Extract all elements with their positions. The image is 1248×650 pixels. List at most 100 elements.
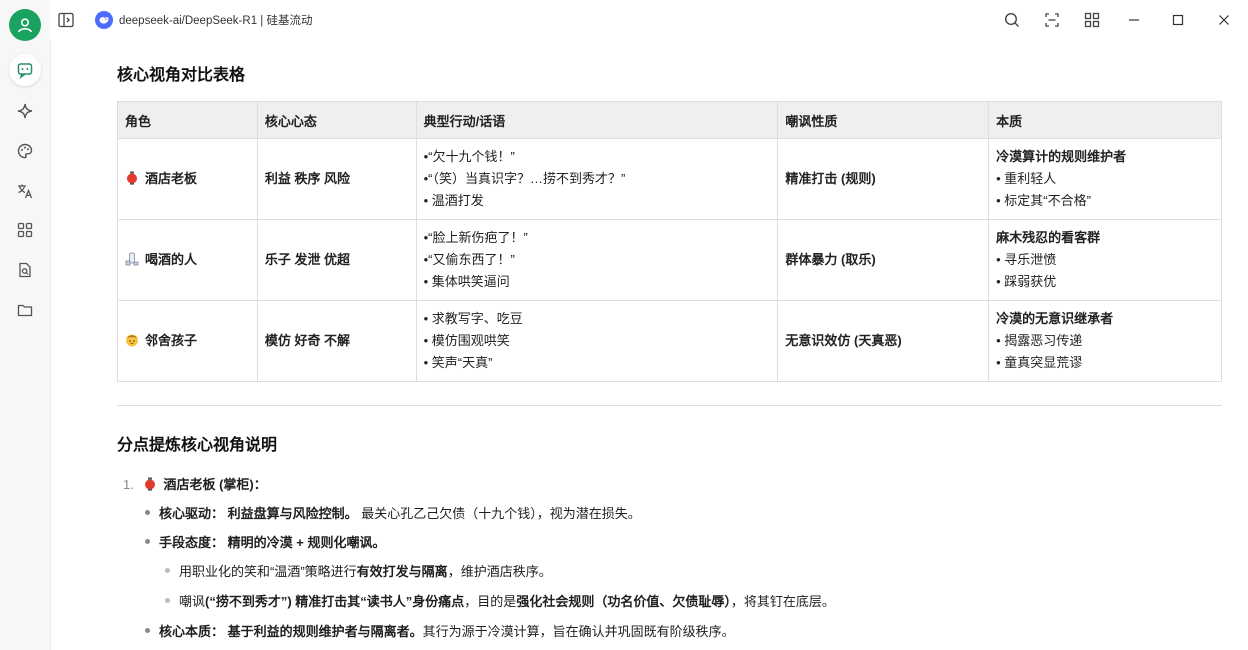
mindset-cell: 乐子 发泄 优超 (256, 219, 417, 301)
text-run: ，将其钉在底层。 (730, 594, 835, 609)
actions-cell: •“欠十九个钱！” •“（笑）当真识字？…捞不到秀才？” • 温酒打发 (415, 138, 779, 220)
section-title-table: 核心视角对比表格 (117, 67, 246, 84)
window-title: deepseek-ai/DeepSeek-R1 | 硅基流动 (119, 15, 313, 27)
bullet (145, 510, 150, 515)
rail-document-button[interactable] (9, 254, 41, 286)
rail-apps-button[interactable] (9, 214, 41, 246)
role-cell: 喝酒的人 (117, 219, 258, 301)
essence-line: • 寻乐泄愤 (996, 252, 1057, 267)
text-run: 嘲讽 (179, 594, 206, 609)
role-name: 邻舍孩子 (145, 333, 198, 348)
bullet (165, 568, 170, 573)
screenshot-button[interactable] (1042, 10, 1062, 30)
rail-palette-button[interactable] (9, 135, 41, 167)
action-line: •“（笑）当真识字？…捞不到秀才？” (423, 171, 626, 186)
list-subitem: 核心驱动： 利益盘算与风险控制。 最关心孔乙己欠债（十九个钱），视为潜在损失。 (145, 503, 641, 522)
message-content: 核心视角对比表格 角色 核心心态 典型行动/话语 嘲讽性质 本质 酒店老板 利益… (117, 40, 1222, 650)
action-line: •“脸上新伤疤了！” (423, 230, 528, 245)
chat-icon (17, 63, 33, 79)
scan-icon (1045, 13, 1059, 27)
essence-line: • 踩弱获优 (996, 274, 1057, 289)
maximize-icon (1172, 14, 1184, 26)
table-header-row: 角色 核心心态 典型行动/话语 嘲讽性质 本质 (117, 101, 1222, 139)
sake-icon (125, 252, 139, 266)
table-header-cell: 角色 (117, 101, 258, 139)
palette-icon (17, 143, 33, 159)
section-divider (117, 405, 1222, 406)
action-line: • 集体哄笑逼问 (423, 274, 510, 289)
action-line: • 模仿围观哄笑 (423, 333, 510, 348)
mockery-cell: 群体暴力 (取乐) (777, 219, 990, 301)
list-subsubitem: 嘲讽(“捞不到秀才”) 精准打击其“读书人”身份痛点，目的是强化社会规则（功名价… (165, 591, 835, 610)
title-bar: deepseek-ai/DeepSeek-R1 | 硅基流动 (50, 0, 1248, 40)
child-icon (126, 334, 138, 347)
attitude-label: 手段态度： (159, 535, 225, 550)
table-header-cell: 典型行动/话语 (415, 101, 779, 139)
table-row: 邻舍孩子 模仿 好奇 不解 • 求教写字、吃豆 • 模仿围观哄笑 • 笑声“天真… (117, 300, 1222, 382)
toggle-sidebar-button[interactable] (56, 10, 76, 30)
role-name: 酒店老板 (145, 171, 198, 186)
lantern-icon (145, 477, 156, 491)
drive-label: 核心驱动： (159, 506, 225, 521)
bullet (145, 628, 150, 633)
table-header-cell: 嘲讽性质 (777, 101, 990, 139)
essence-line: • 童真突显荒谬 (996, 355, 1083, 370)
role-cell: 邻舍孩子 (117, 300, 258, 382)
list-number: 1. (123, 477, 134, 492)
rail-translate-button[interactable] (9, 175, 41, 207)
essence-bold: 基于利益的规则维护者与隔离者。 (227, 624, 423, 639)
essence-cell: 冷漠算计的规则维护者 • 重利轻人 • 标定其“不合格” (988, 138, 1222, 220)
rail-folder-button[interactable] (9, 294, 41, 326)
action-line: • 笑声“天真” (423, 355, 493, 370)
table-header-cell: 本质 (988, 101, 1222, 139)
layout-button[interactable] (1082, 10, 1102, 30)
table-header-cell: 核心心态 (256, 101, 417, 139)
text-run-bold: 强化社会规则（功名价值、欠债耻辱） (516, 594, 731, 609)
user-icon (18, 18, 32, 33)
list-subitem: 手段态度： 精明的冷漠 + 规则化嘲讽。 (145, 532, 385, 551)
essence-title: 冷漠的无意识继承者 (996, 311, 1114, 326)
essence-cell: 麻木残忍的看客群 • 寻乐泄愤 • 踩弱获优 (988, 219, 1222, 301)
minimize-button[interactable] (1124, 10, 1144, 30)
lantern-icon (127, 171, 137, 185)
text-run: ，维护酒店秩序。 (447, 564, 552, 579)
text-run-bold: 有效打发与隔离 (356, 564, 448, 579)
rail-chat-button[interactable] (9, 54, 41, 86)
folder-icon (17, 304, 33, 317)
mockery-cell: 精准打击 (规则) (777, 138, 990, 220)
role-cell: 酒店老板 (117, 138, 258, 220)
search-button[interactable] (1002, 10, 1022, 30)
comparison-table: 角色 核心心态 典型行动/话语 嘲讽性质 本质 酒店老板 利益 秩序 风险 •“… (117, 101, 1222, 382)
apps-icon (17, 222, 33, 238)
grid-icon (1084, 12, 1100, 28)
mindset-cell: 利益 秩序 风险 (256, 138, 417, 220)
close-button[interactable] (1214, 10, 1234, 30)
rail-sparkle-button[interactable] (9, 95, 41, 127)
sparkle-icon (17, 103, 33, 119)
essence-line: • 标定其“不合格” (996, 193, 1091, 208)
document-search-icon (19, 262, 31, 278)
role-name: 喝酒的人 (145, 252, 198, 267)
actions-cell: • 求教写字、吃豆 • 模仿围观哄笑 • 笑声“天真” (415, 300, 779, 382)
action-line: • 温酒打发 (423, 193, 484, 208)
action-line: •“又偷东西了！” (423, 252, 515, 267)
mindset-cell: 模仿 好奇 不解 (256, 300, 417, 382)
table-row: 喝酒的人 乐子 发泄 优超 •“脸上新伤疤了！” •“又偷东西了！” • 集体哄… (117, 219, 1222, 301)
list-item: 1. 酒店老板 (掌柜)： (123, 474, 267, 493)
essence-line: • 重利轻人 (996, 171, 1057, 186)
deepseek-logo-icon (95, 11, 113, 29)
text-run-bold: (“捞不到秀才”) 精准打击其“读书人”身份痛点 (205, 594, 465, 609)
drive-text: 最关心孔乙己欠债（十九个钱），视为潜在损失。 (361, 506, 641, 521)
user-avatar[interactable] (9, 9, 41, 41)
minimize-icon (1129, 19, 1139, 21)
list-item-title: 酒店老板 (掌柜)： (163, 477, 267, 492)
essence-line: • 揭露恶习传递 (996, 333, 1083, 348)
bullet (165, 598, 170, 603)
text-run: ，目的是 (464, 594, 517, 609)
translate-icon (18, 184, 33, 199)
table-row: 酒店老板 利益 秩序 风险 •“欠十九个钱！” •“（笑）当真识字？…捞不到秀才… (117, 138, 1222, 220)
essence-title: 冷漠算计的规则维护者 (996, 149, 1127, 164)
maximize-button[interactable] (1168, 10, 1188, 30)
actions-cell: •“脸上新伤疤了！” •“又偷东西了！” • 集体哄笑逼问 (415, 219, 779, 301)
drive-bold: 利益盘算与风险控制。 (227, 506, 358, 521)
